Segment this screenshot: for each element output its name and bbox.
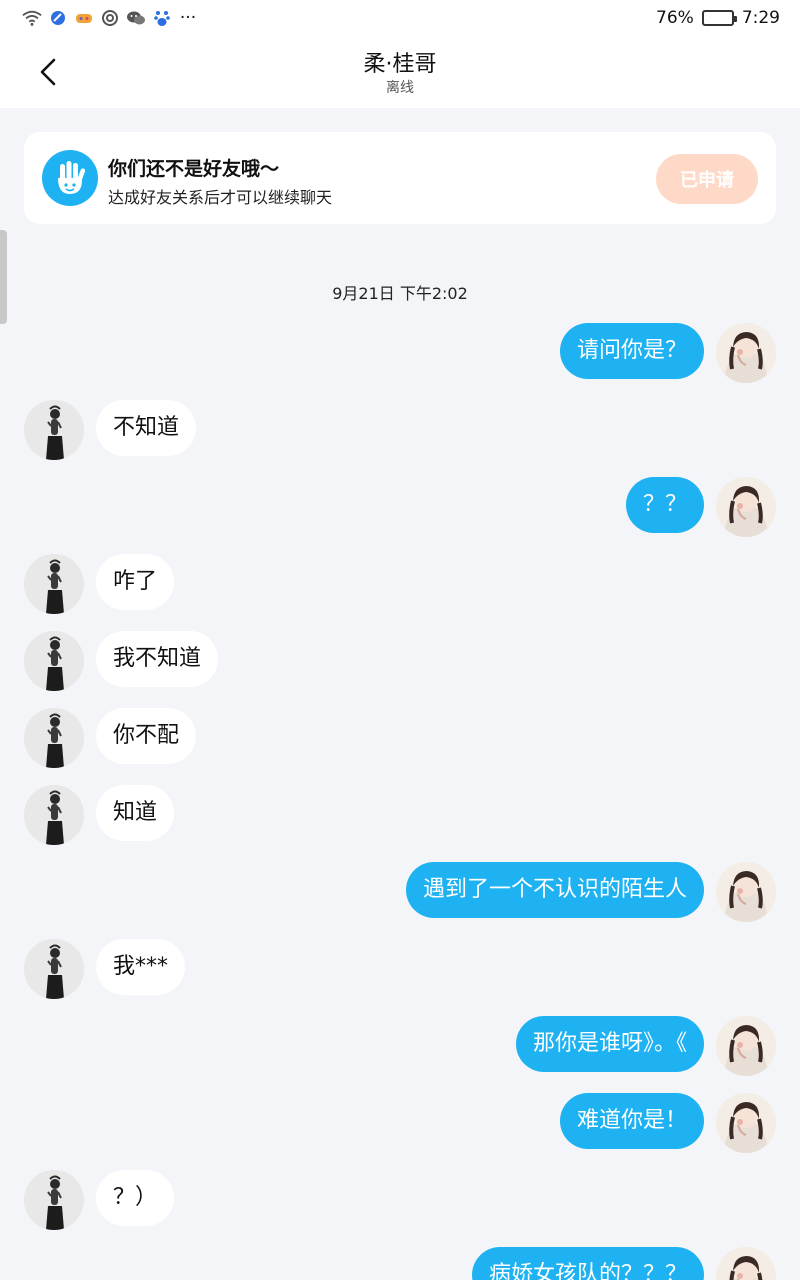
scroll-handle[interactable] xyxy=(0,230,7,324)
message-bubble[interactable]: 咋了 xyxy=(96,554,175,610)
message-bubble[interactable]: 请问你是？ xyxy=(559,323,704,379)
battery-percent: 76% xyxy=(656,8,694,28)
message-row: 病娇女孩队的？？？ xyxy=(0,1247,800,1280)
my-avatar[interactable] xyxy=(716,323,776,383)
contact-avatar[interactable] xyxy=(24,400,84,460)
contact-status: 离线 xyxy=(386,80,414,96)
wechat-icon xyxy=(126,8,146,28)
my-avatar[interactable] xyxy=(716,862,776,922)
contact-name[interactable]: 柔·桂哥 xyxy=(0,46,800,78)
message-bubble[interactable]: 遇到了一个不认识的陌生人 xyxy=(405,862,704,918)
app-icon xyxy=(48,8,68,28)
contact-avatar[interactable] xyxy=(24,1170,84,1230)
battery-icon xyxy=(701,10,737,26)
message-bubble[interactable]: 我*** xyxy=(96,939,186,995)
notice-description: 达成好友关系后才可以继续聊天 xyxy=(108,188,333,207)
message-row: 不知道 xyxy=(0,400,800,462)
message-bubble[interactable]: 病娇女孩队的？？？ xyxy=(471,1247,704,1280)
my-avatar[interactable] xyxy=(716,1247,776,1280)
my-avatar[interactable] xyxy=(716,1016,776,1076)
chat-header: 柔·桂哥 离线 xyxy=(0,36,800,108)
message-bubble[interactable]: ？） xyxy=(96,1170,175,1226)
notice-title: 你们还不是好友哦～ xyxy=(108,158,280,180)
contact-avatar[interactable] xyxy=(24,708,84,768)
clock: 7:29 xyxy=(741,8,780,28)
message-row: ？？ xyxy=(0,477,800,539)
message-row: 咋了 xyxy=(0,554,800,616)
message-row: 我不知道 xyxy=(0,631,800,693)
status-icons: ··· xyxy=(22,8,198,28)
friend-notice-card: 你们还不是好友哦～ 达成好友关系后才可以继续聊天 已申请 xyxy=(24,132,776,224)
my-avatar[interactable] xyxy=(716,477,776,537)
my-avatar[interactable] xyxy=(716,1093,776,1153)
message-bubble[interactable]: 不知道 xyxy=(96,400,197,456)
message-row: ？） xyxy=(0,1170,800,1232)
message-row: 那你是谁呀》。《 xyxy=(0,1016,800,1078)
hand-wave-icon xyxy=(42,150,98,206)
message-row: 遇到了一个不认识的陌生人 xyxy=(0,862,800,924)
more-icon: ··· xyxy=(179,8,197,28)
message-row: 难道你是！ xyxy=(0,1093,800,1155)
camera-icon xyxy=(100,8,120,28)
message-bubble[interactable]: 你不配 xyxy=(96,708,197,764)
message-row: 知道 xyxy=(0,785,800,847)
message-row: 你不配 xyxy=(0,708,800,770)
message-row: 请问你是？ xyxy=(0,323,800,385)
message-bubble[interactable]: 那你是谁呀》。《 xyxy=(515,1016,704,1072)
message-bubble[interactable]: 知道 xyxy=(96,785,175,841)
message-row: 我*** xyxy=(0,939,800,1001)
message-bubble[interactable]: 难道你是！ xyxy=(559,1093,704,1149)
message-bubble[interactable]: 我不知道 xyxy=(96,631,219,687)
contact-avatar[interactable] xyxy=(24,785,84,845)
applied-button[interactable]: 已申请 xyxy=(656,154,758,204)
wifi-icon xyxy=(22,8,42,28)
contact-avatar[interactable] xyxy=(24,631,84,691)
contact-avatar[interactable] xyxy=(24,939,84,999)
message-bubble[interactable]: ？？ xyxy=(625,477,704,533)
status-bar: ··· 76% 7:29 xyxy=(0,0,800,36)
game-icon xyxy=(74,8,94,28)
contact-avatar[interactable] xyxy=(24,554,84,614)
message-timestamp: 9月21日 下午2:02 xyxy=(332,284,468,303)
baidu-icon xyxy=(152,8,172,28)
